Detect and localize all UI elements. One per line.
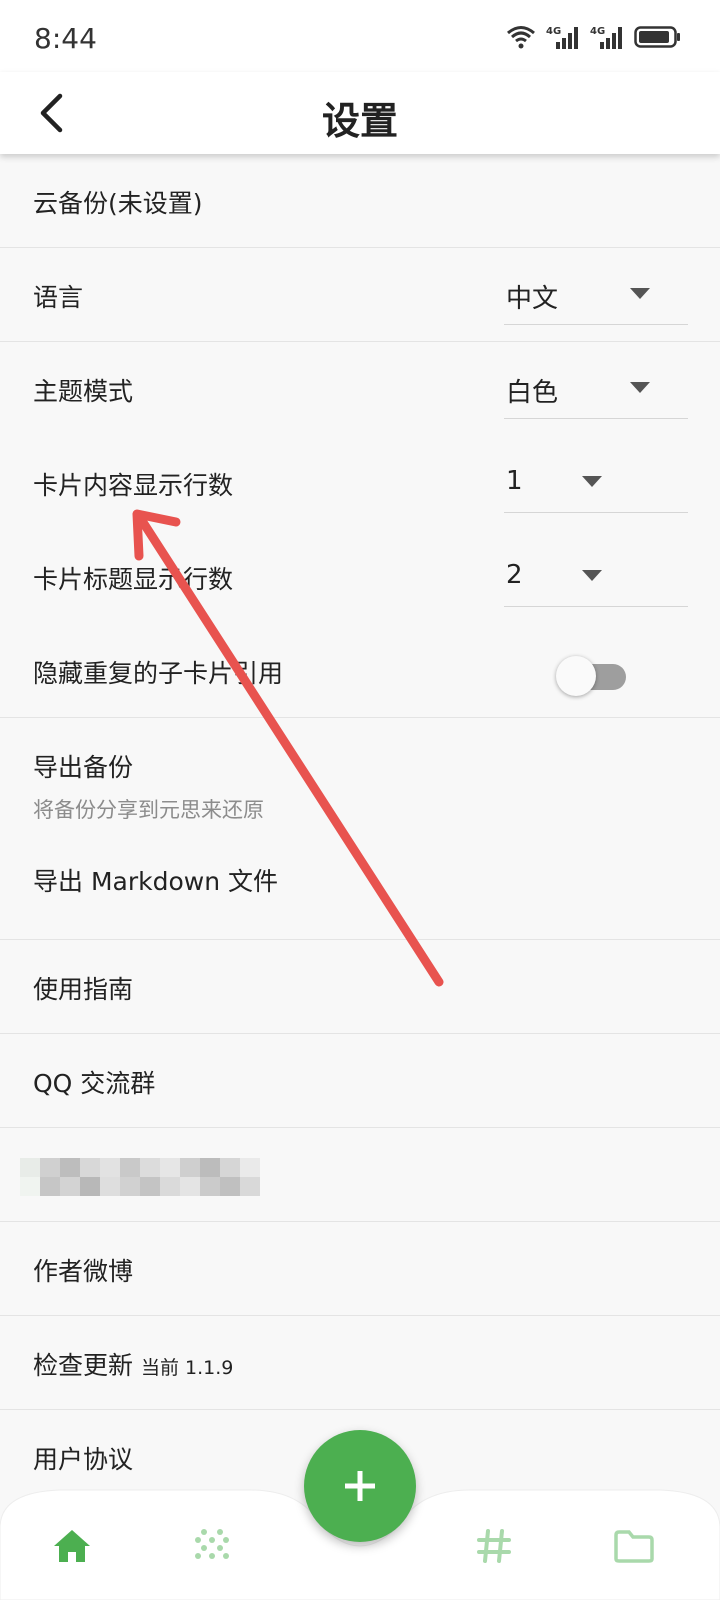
- hide-duplicate-refs-toggle[interactable]: [556, 656, 630, 696]
- dropdown-arrow-icon: [630, 382, 650, 393]
- signal-4g-icon: 4G: [590, 26, 622, 49]
- battery-icon: [634, 26, 680, 48]
- nav-folder-button[interactable]: [612, 1524, 656, 1568]
- author-weibo-label: 作者微博: [33, 1257, 134, 1286]
- card-title-lines-item: 卡片标题显示行数 2: [0, 530, 720, 624]
- cloud-backup-label: 云备份(未设置): [33, 189, 203, 218]
- cloud-backup-item[interactable]: 云备份(未设置): [0, 154, 720, 248]
- settings-list: 云备份(未设置) 语言 中文 主题模式 白色 卡片内容显示行数 1 卡片标题显示…: [0, 154, 720, 1504]
- card-title-lines-dropdown[interactable]: 2: [504, 556, 688, 607]
- toggle-knob: [556, 656, 596, 696]
- card-content-lines-label: 卡片内容显示行数: [33, 471, 234, 500]
- plus-icon: [345, 1471, 375, 1501]
- theme-item: 主题模式 白色: [0, 342, 720, 436]
- check-update-text: 检查更新 当前 1.1.9: [33, 1346, 233, 1382]
- card-content-lines-dropdown[interactable]: 1: [504, 462, 688, 513]
- theme-value: 白色: [506, 378, 559, 408]
- dropdown-arrow-icon: [630, 288, 650, 299]
- page-title: 设置: [321, 99, 398, 143]
- pixelated-redaction: [20, 1158, 260, 1196]
- hashtag-icon: [477, 1529, 511, 1563]
- export-markdown-item[interactable]: 导出 Markdown 文件: [0, 844, 720, 940]
- export-backup-sublabel: 将备份分享到元思来还原: [33, 798, 264, 822]
- check-update-item[interactable]: 检查更新 当前 1.1.9: [0, 1316, 720, 1410]
- hide-duplicate-refs-label: 隐藏重复的子卡片引用: [33, 659, 284, 688]
- language-label: 语言: [33, 283, 84, 312]
- card-content-lines-value: 1: [506, 466, 523, 496]
- card-content-lines-item: 卡片内容显示行数 1: [0, 436, 720, 530]
- status-time: 8:44: [34, 22, 97, 55]
- folder-icon: [614, 1530, 654, 1563]
- check-update-label: 检查更新: [33, 1351, 134, 1380]
- export-backup-item[interactable]: 导出备份 将备份分享到元思来还原: [0, 718, 720, 844]
- status-bar: 8:44 4G 4G: [0, 0, 720, 72]
- pixelated-item[interactable]: [0, 1128, 720, 1222]
- guide-label: 使用指南: [33, 975, 134, 1004]
- dots-pattern-icon: [195, 1529, 229, 1559]
- author-weibo-item[interactable]: 作者微博: [0, 1222, 720, 1316]
- card-title-lines-label: 卡片标题显示行数: [33, 565, 234, 594]
- qq-group-item[interactable]: QQ 交流群: [0, 1034, 720, 1128]
- current-version: 当前 1.1.9: [141, 1357, 234, 1379]
- language-value: 中文: [506, 284, 559, 314]
- export-markdown-label: 导出 Markdown 文件: [33, 867, 278, 896]
- dropdown-arrow-icon: [582, 476, 602, 487]
- svg-text:4G: 4G: [546, 26, 561, 37]
- app-bar: 设置: [0, 72, 720, 154]
- language-item: 语言 中文: [0, 248, 720, 342]
- hide-duplicate-refs-item: 隐藏重复的子卡片引用: [0, 624, 720, 718]
- nav-random-button[interactable]: [190, 1524, 234, 1568]
- signal-4g-icon: 4G: [546, 26, 578, 49]
- svg-text:4G: 4G: [590, 26, 605, 37]
- export-backup-label: 导出备份: [33, 753, 134, 782]
- dropdown-arrow-icon: [582, 570, 602, 581]
- wifi-icon: [507, 26, 535, 49]
- add-button[interactable]: [304, 1430, 416, 1542]
- theme-label: 主题模式: [33, 377, 134, 406]
- language-dropdown[interactable]: 中文: [504, 274, 688, 325]
- status-icons: 4G 4G: [506, 22, 682, 52]
- nav-tags-button[interactable]: [472, 1524, 516, 1568]
- guide-item[interactable]: 使用指南: [0, 940, 720, 1034]
- card-title-lines-value: 2: [506, 560, 523, 590]
- user-agreement-label: 用户协议: [33, 1445, 134, 1474]
- theme-dropdown[interactable]: 白色: [504, 368, 688, 419]
- qq-group-label: QQ 交流群: [33, 1069, 156, 1098]
- home-icon: [54, 1530, 90, 1562]
- nav-home-button[interactable]: [50, 1524, 94, 1568]
